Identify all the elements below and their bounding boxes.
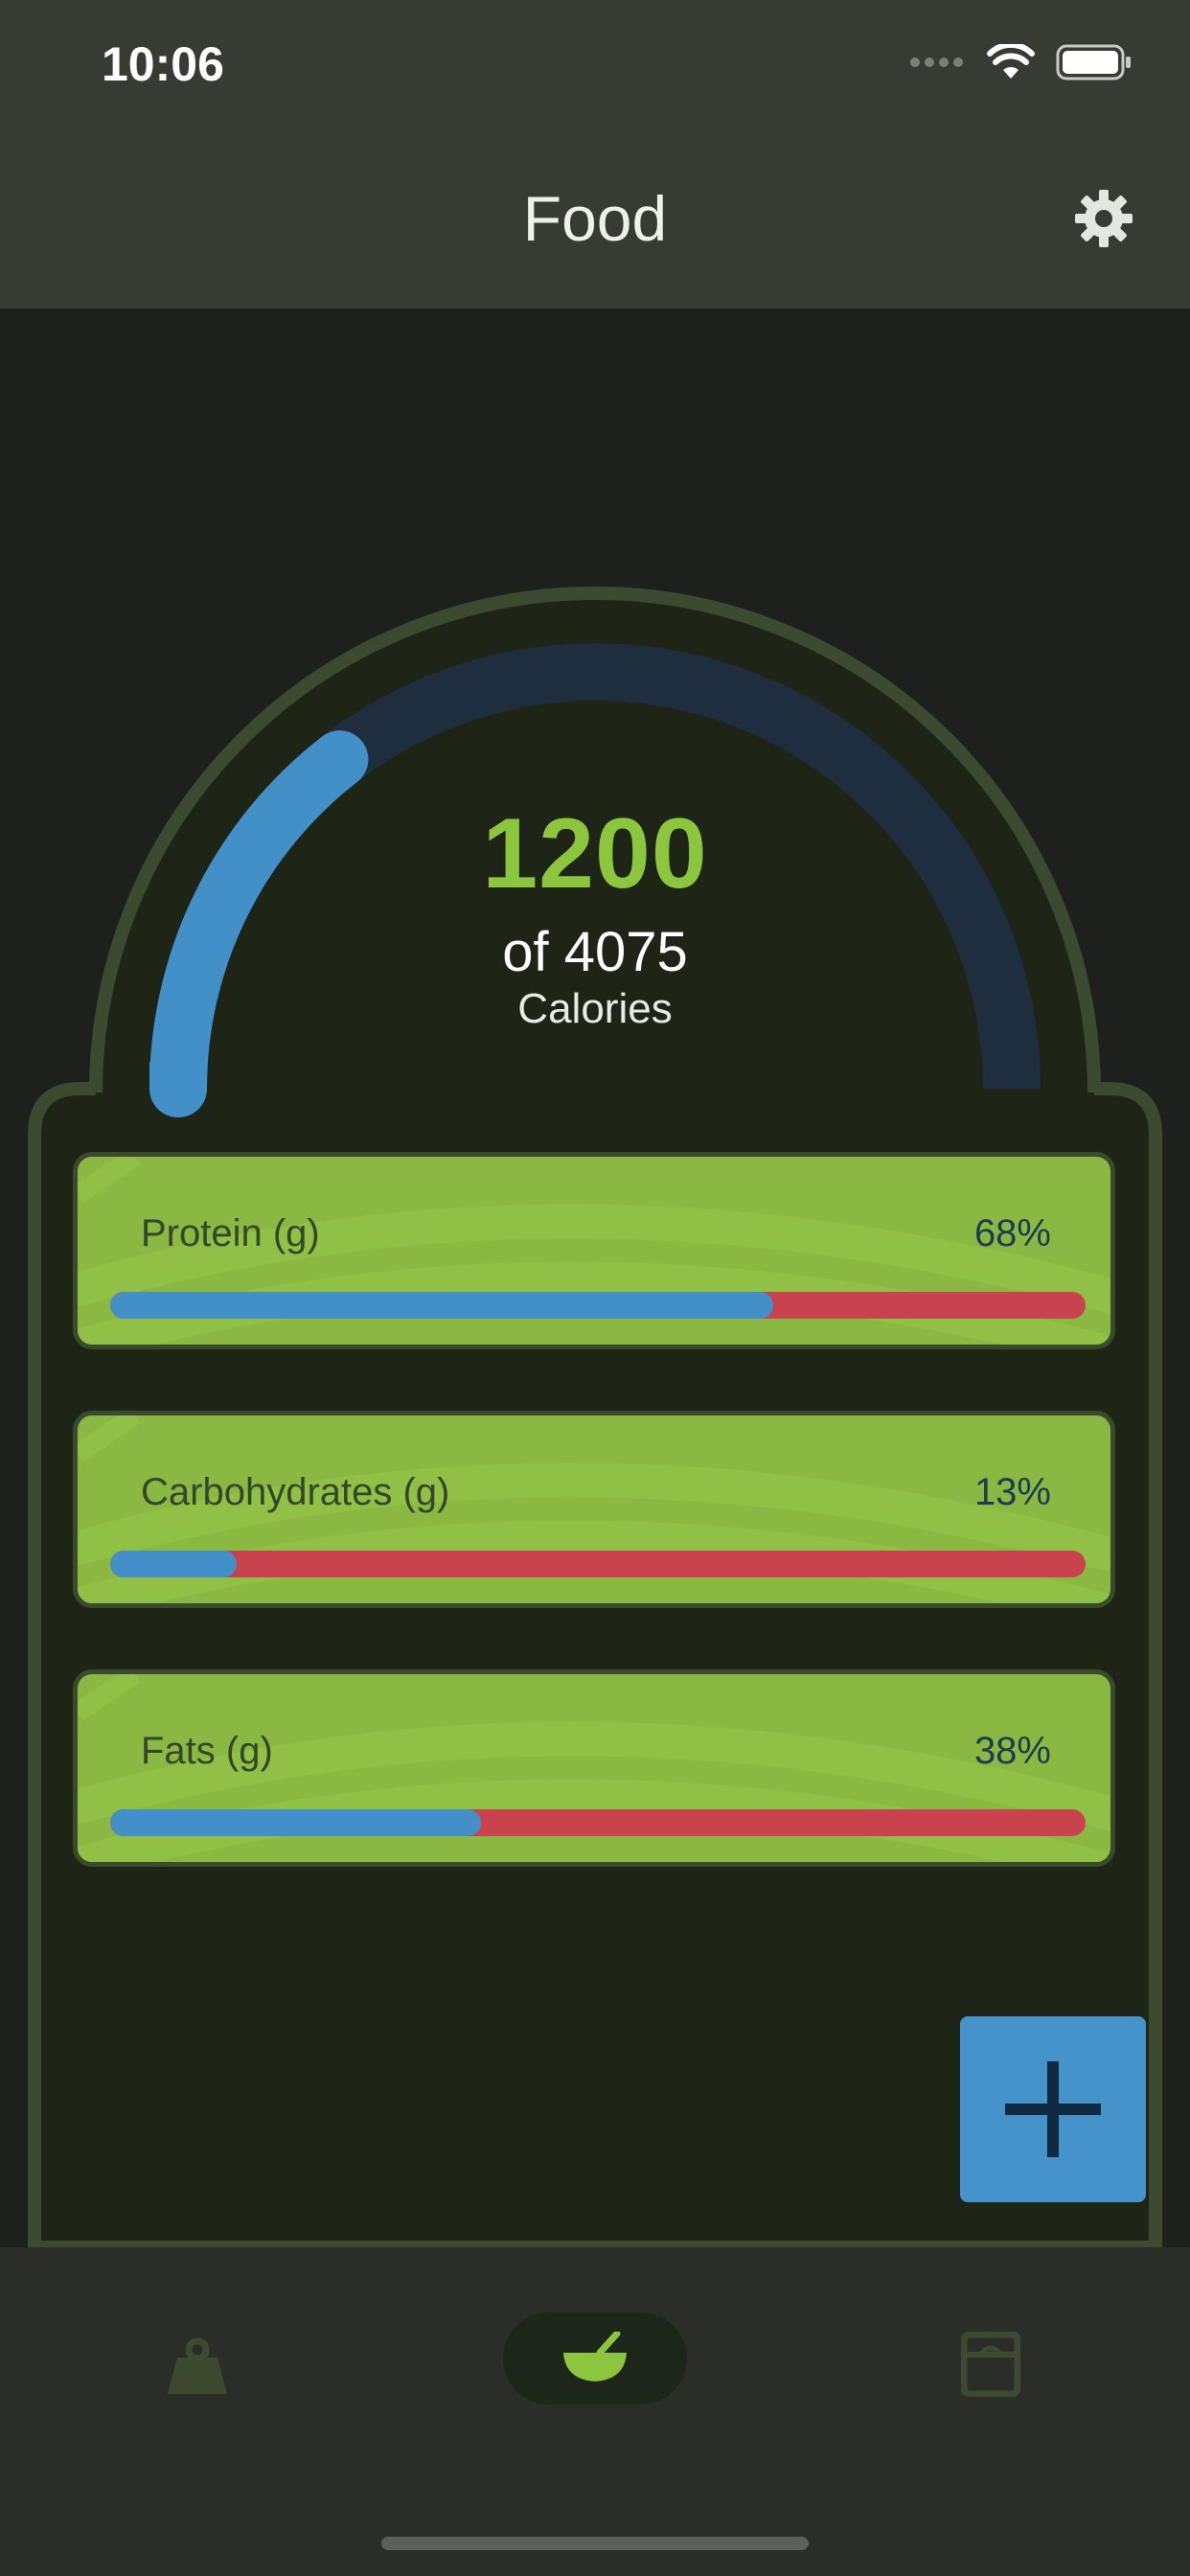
- macro-progress-fill: [110, 1809, 481, 1836]
- macro-label: Protein (g): [141, 1212, 320, 1254]
- plus-icon: [1005, 2061, 1101, 2157]
- macro-card-fats[interactable]: Fats (g) 38%: [73, 1669, 1115, 1867]
- battery-icon: [1056, 44, 1131, 80]
- gear-icon[interactable]: [1073, 188, 1134, 249]
- nav-scale[interactable]: [956, 2328, 1025, 2401]
- macro-percent: 38%: [973, 1730, 1051, 1772]
- calories-consumed: 1200: [482, 798, 708, 909]
- home-indicator: [381, 2537, 809, 2550]
- calories-unit: Calories: [517, 985, 673, 1032]
- macro-progress-fill: [110, 1292, 774, 1319]
- macro-percent: 68%: [973, 1212, 1051, 1254]
- macro-percent: 13%: [973, 1471, 1051, 1513]
- add-food-button[interactable]: [960, 2016, 1146, 2202]
- bowl-icon: [563, 2332, 627, 2381]
- status-time: 10:06: [102, 37, 224, 91]
- macro-progress-fill: [110, 1551, 238, 1577]
- calories-goal: of 4075: [502, 921, 688, 983]
- page-title: Food: [522, 183, 668, 254]
- scale-icon: [961, 2332, 1020, 2397]
- nav-weight[interactable]: [159, 2328, 236, 2404]
- wifi-icon: [987, 44, 1035, 79]
- macro-progress-bar: [110, 1551, 1086, 1577]
- status-icons: [910, 44, 1133, 80]
- macro-card-carbohydrates[interactable]: Carbohydrates (g) 13%: [73, 1411, 1115, 1608]
- weight-icon: [168, 2337, 227, 2394]
- signal-icon: [910, 58, 963, 67]
- macro-label: Fats (g): [141, 1730, 273, 1772]
- macro-label: Carbohydrates (g): [141, 1471, 450, 1513]
- macro-progress-bar: [110, 1809, 1086, 1836]
- top-bar: 10:06 Food: [0, 0, 1190, 309]
- macro-progress-bar: [110, 1292, 1086, 1319]
- nav-food[interactable]: [503, 2312, 687, 2404]
- macro-card-protein[interactable]: Protein (g) 68%: [73, 1152, 1115, 1349]
- bottom-navigation: [0, 2247, 1190, 2576]
